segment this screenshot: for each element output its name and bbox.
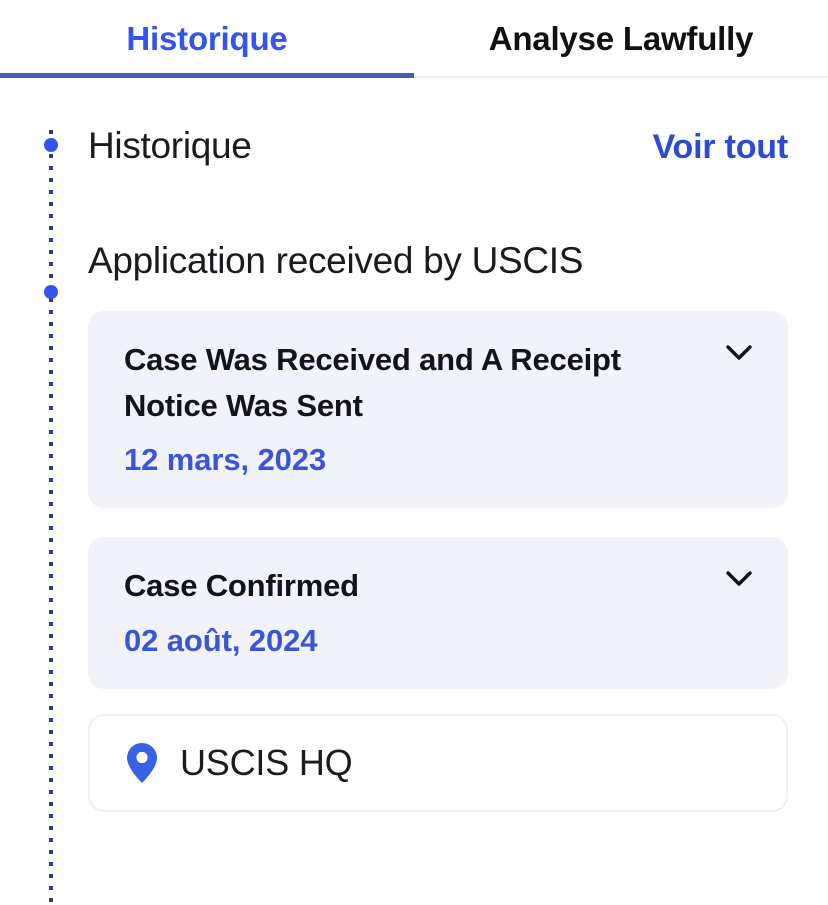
event-date: 02 août, 2024 — [124, 622, 318, 658]
section-header: Historique Voir tout — [88, 78, 788, 167]
tab-historique[interactable]: Historique — [0, 0, 414, 78]
event-card[interactable]: Case Confirmed 02 août, 2024 — [88, 537, 788, 689]
location-card[interactable]: USCIS HQ — [88, 713, 788, 812]
see-all-link[interactable]: Voir tout — [653, 128, 789, 167]
event-title: Case Confirmed — [124, 568, 359, 604]
chevron-down-icon[interactable] — [726, 345, 752, 361]
timeline-node-historique — [44, 138, 58, 152]
stage-title: Application received by USCIS — [88, 240, 584, 281]
timeline-dotted-line — [49, 130, 53, 905]
location-label: USCIS HQ — [180, 741, 353, 783]
page-title: Historique — [88, 125, 252, 166]
event-card[interactable]: Case Was Received and A Receipt Notice W… — [88, 311, 788, 509]
timeline-rail — [44, 130, 58, 905]
map-pin-icon — [126, 742, 158, 784]
tab-bar: Historique Analyse Lawfully — [0, 0, 828, 78]
chevron-down-icon[interactable] — [726, 571, 752, 587]
tab-analyse-lawfully[interactable]: Analyse Lawfully — [414, 0, 828, 78]
event-title: Case Was Received and A Receipt Notice W… — [124, 342, 621, 423]
history-content: Historique Voir tout Application receive… — [88, 78, 788, 812]
tab-analyse-lawfully-label: Analyse Lawfully — [488, 20, 754, 57]
tab-historique-label: Historique — [126, 20, 288, 57]
event-date: 12 mars, 2023 — [124, 442, 327, 478]
timeline-node-application-received — [44, 285, 58, 299]
